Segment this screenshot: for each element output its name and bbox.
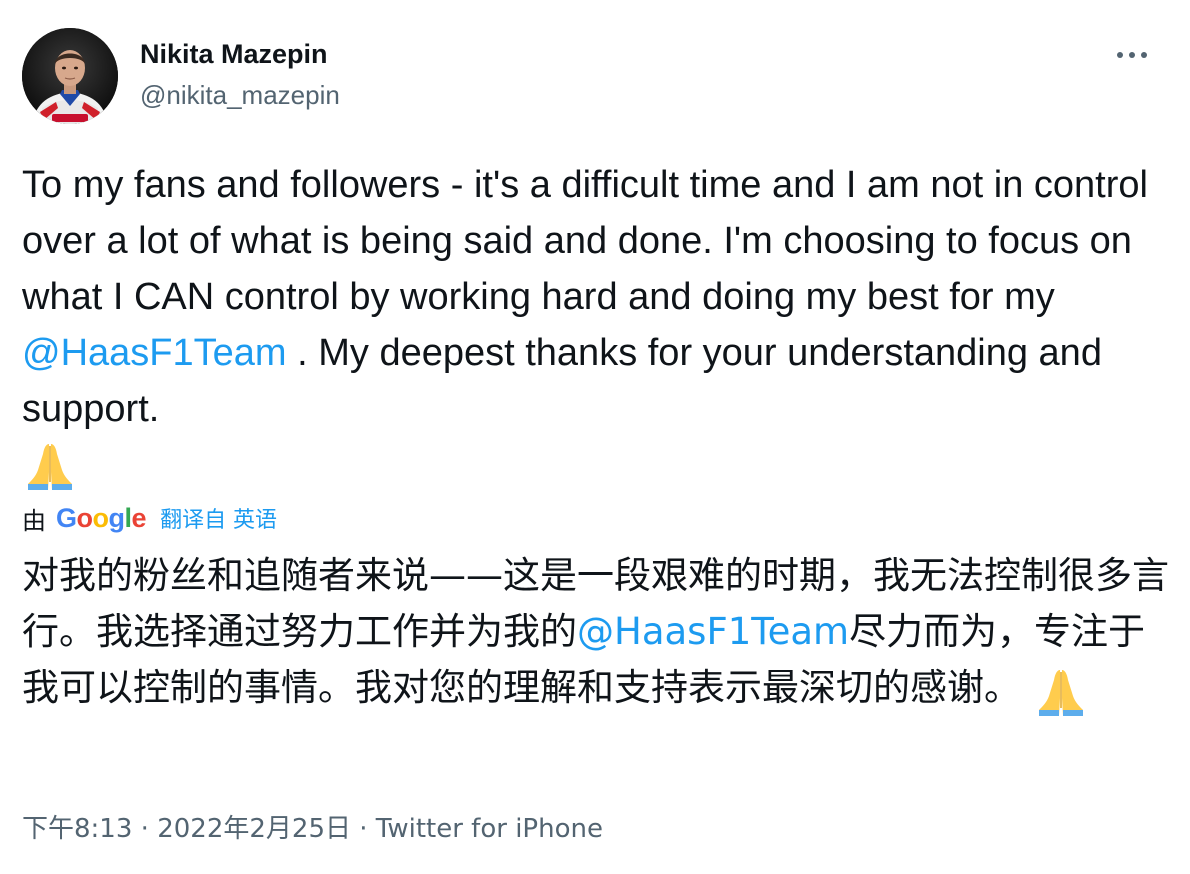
profile-photo-icon (22, 28, 118, 124)
translated-by-label: 由 (22, 506, 46, 535)
author-avatar[interactable] (22, 28, 118, 124)
tweet-metadata: 下午8:13 · 2022年2月25日 · Twitter for iPhone (22, 808, 603, 845)
tweet-text: To my fans and followers - it's a diffic… (22, 157, 1172, 437)
mention-link[interactable]: @HaasF1Team (22, 332, 287, 374)
more-options-icon (1117, 52, 1147, 58)
tweet-source[interactable]: Twitter for iPhone (376, 814, 603, 844)
tweet-date[interactable]: 2022年2月25日 (157, 814, 351, 844)
translated-from-link[interactable]: 翻译自 英语 (160, 502, 277, 534)
tweet-card: Nikita Mazepin @nikita_mazepin To my fan… (0, 0, 1190, 874)
tweet-time[interactable]: 下午8:13 (22, 814, 132, 844)
translated-text: 对我的粉丝和追随者来说——这是一段艰难的时期，我无法控制很多言行。我选择通过努力… (22, 548, 1172, 718)
translation-attribution: 由 Google 翻译自 英语 (22, 500, 277, 536)
meta-separator: · (132, 814, 158, 844)
meta-separator: · (350, 814, 376, 844)
folded-hands-icon (1033, 662, 1089, 718)
google-logo: Google (56, 502, 147, 533)
translated-mention-link[interactable]: @HaasF1Team (577, 610, 849, 653)
author-handle[interactable]: @nikita_mazepin (140, 80, 340, 111)
more-options-button[interactable] (1112, 40, 1152, 70)
folded-hands-icon (22, 436, 78, 492)
tweet-emoji-line (22, 436, 78, 492)
author-name[interactable]: Nikita Mazepin (140, 39, 328, 70)
tweet-text-part: To my fans and followers - it's a diffic… (22, 164, 1148, 318)
